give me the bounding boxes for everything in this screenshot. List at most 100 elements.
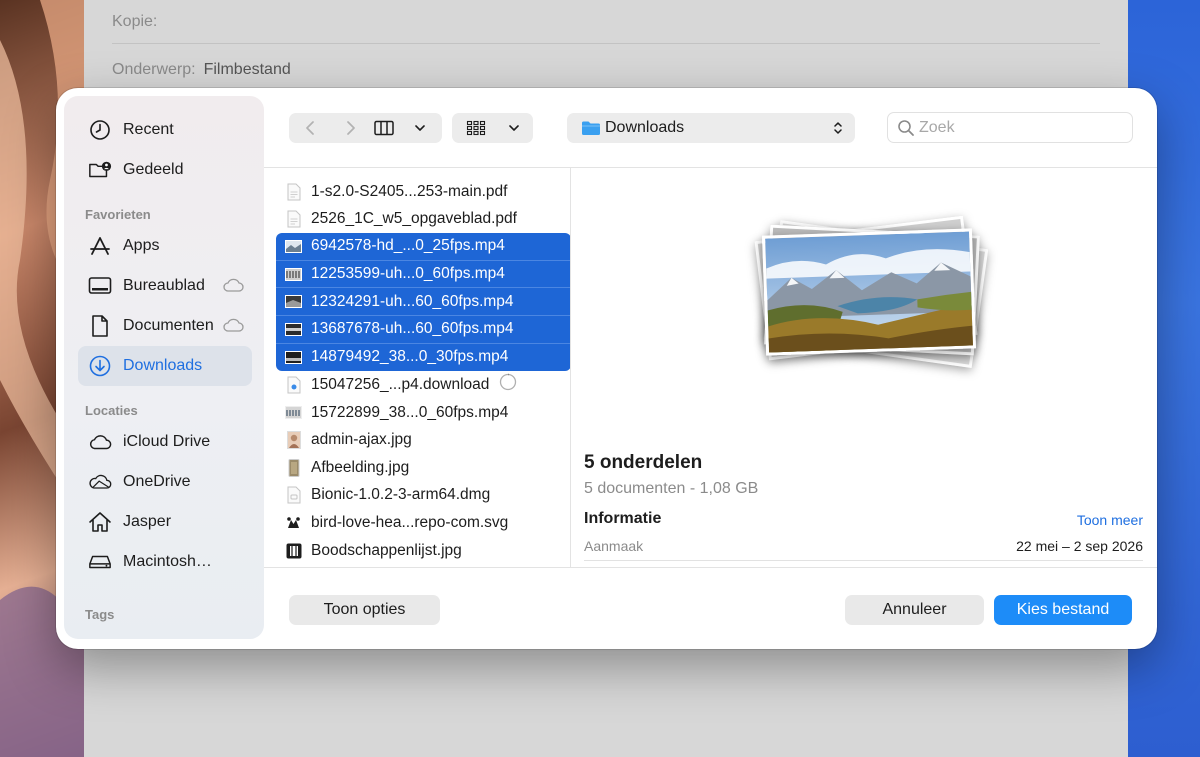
sidebar-item-macintosh-hd[interactable]: Macintosh HD [78,542,252,582]
search-field[interactable]: Zoek [887,112,1133,143]
sidebar-item-label: Gedeeld [123,161,184,178]
chevron-left-icon [305,121,314,135]
chevron-down-icon [509,125,519,131]
video-thumbnail-icon [285,403,302,422]
document-icon [88,314,112,338]
icloud-status-icon [222,318,244,337]
search-placeholder: Zoek [919,118,955,136]
grid-group-icon [466,120,486,136]
cc-row[interactable]: Kopie: [112,0,1100,44]
file-row[interactable]: 2526_1C_w5_opgaveblad.pdf [276,206,571,234]
sidebar-item-icloud-drive[interactable]: iCloud Drive [78,422,252,462]
file-row[interactable]: Bionic-1.0.2-3-arm64.dmg [276,482,571,510]
cc-label: Kopie: [112,12,158,30]
file-row[interactable]: 15722899_38...0_60fps.mp4 [276,399,571,427]
location-popup[interactable]: Downloads [567,113,855,143]
info-heading: Informatie [584,510,662,527]
onedrive-icon [88,470,112,494]
group-by-button[interactable] [452,113,533,143]
svg-file-icon [285,513,302,532]
sidebar-item-label: Macintosh HD [123,553,215,570]
home-icon [88,510,112,534]
sidebar-item-recent[interactable]: Recent [78,110,252,150]
icloud-icon [88,430,112,454]
file-name: 15047256_...p4.download [311,375,490,393]
sidebar: Recent Gedeeld Favorieten Apps Bureaubla… [64,96,264,639]
file-row-selected[interactable]: 12253599-uh...0_60fps.mp4 [276,260,571,289]
toolbar: Downloads Zoek [264,88,1157,168]
sidebar-item-label: OneDrive [123,473,191,490]
sidebar-item-home[interactable]: Jasper [78,502,252,542]
chevron-right-icon [346,121,355,135]
file-row[interactable]: bird-love-hea...repo-com.svg [276,509,571,537]
file-name: 2526_1C_w5_opgaveblad.pdf [311,210,517,228]
file-name: 15722899_38...0_60fps.mp4 [311,403,509,421]
video-thumbnail-icon [285,292,302,311]
video-thumbnail-icon [285,348,302,367]
disk-icon [88,550,112,574]
file-name: 12253599-uh...0_60fps.mp4 [311,265,505,283]
chevron-down-icon [415,125,425,131]
cancel-button[interactable]: Annuleer [845,595,984,625]
subject-row[interactable]: Onderwerp: Filmbestand [112,48,1100,92]
favorites-section-title: Favorieten [85,207,151,222]
sidebar-item-label: Recent [123,121,174,138]
subject-label: Onderwerp: [112,60,196,78]
sidebar-item-desktop[interactable]: Bureaublad [78,266,252,306]
file-row[interactable]: Boodschappenlijst.jpg [276,537,571,565]
pdf-file-icon [285,210,302,229]
sidebar-item-shared[interactable]: Gedeeld [78,150,252,190]
preview-pane: 5 onderdelen 5 documenten - 1,08 GB Info… [571,168,1157,567]
photo-stack-preview [749,215,989,370]
sidebar-item-label: Bureaublad [123,277,205,294]
show-more-link[interactable]: Toon meer [1077,512,1143,528]
sidebar-item-onedrive[interactable]: OneDrive [78,462,252,502]
file-name: Boodschappenlijst.jpg [311,541,462,559]
selection-count: 5 onderdelen [584,452,703,473]
file-row[interactable]: 15047256_...p4.download [276,371,571,399]
file-row-selected[interactable]: 6942578-hd_...0_25fps.mp4 [276,233,571,261]
file-name: bird-love-hea...repo-com.svg [311,513,509,531]
icloud-status-icon [222,278,244,297]
sidebar-item-label: iCloud Drive [123,433,211,450]
location-label: Downloads [605,119,685,136]
sidebar-item-documents[interactable]: Documenten [78,306,252,346]
file-open-dialog: Recent Gedeeld Favorieten Apps Bureaubla… [56,88,1157,649]
sidebar-item-downloads[interactable]: Downloads [78,346,252,386]
sidebar-item-apps[interactable]: Apps [78,226,252,266]
dmg-file-icon [285,486,302,505]
locations-section-title: Locaties [85,403,138,418]
created-value: 22 mei – 2 sep 2026 [1016,538,1143,554]
landscape-image [765,231,977,356]
file-name: 6942578-hd_...0_25fps.mp4 [311,237,505,255]
image-thumbnail-icon [285,431,302,450]
info-divider [584,560,1143,561]
image-thumbnail-icon [285,458,302,477]
video-thumbnail-icon [285,320,302,339]
file-name: 13687678-uh...60_60fps.mp4 [311,320,514,338]
file-name: Bionic-1.0.2-3-arm64.dmg [311,486,491,504]
show-options-button[interactable]: Toon opties [289,595,440,625]
view-mode-button[interactable] [358,113,442,143]
file-row-selected[interactable]: 12324291-uh...60_60fps.mp4 [276,288,571,316]
file-row[interactable]: Afbeelding.jpg [276,454,571,482]
created-label: Aanmaak [584,538,644,554]
file-list: 1-s2.0-S2405...253-main.pdf 2526_1C_w5_o… [276,178,571,568]
selection-summary: 5 documenten - 1,08 GB [584,480,759,497]
file-row[interactable]: 1-s2.0-S2405...253-main.pdf [276,178,571,206]
back-button[interactable] [289,113,330,143]
file-name: Afbeelding.jpg [311,458,410,476]
file-name: 12324291-uh...60_60fps.mp4 [311,292,514,310]
search-icon [898,119,914,136]
updown-chevron-icon [834,122,842,134]
file-row-selected[interactable]: 13687678-uh...60_60fps.mp4 [276,315,571,344]
file-row[interactable]: admin-ajax.jpg [276,426,571,454]
file-row-selected[interactable]: 14879492_38...0_30fps.mp4 [276,343,571,372]
apps-icon [88,234,112,258]
tags-section-title: Tags [85,607,115,622]
downloads-icon [88,354,112,378]
columns-view-icon [374,120,394,136]
choose-file-button[interactable]: Kies bestand [994,595,1132,625]
clock-icon [88,118,112,142]
desktop-icon [88,274,112,298]
